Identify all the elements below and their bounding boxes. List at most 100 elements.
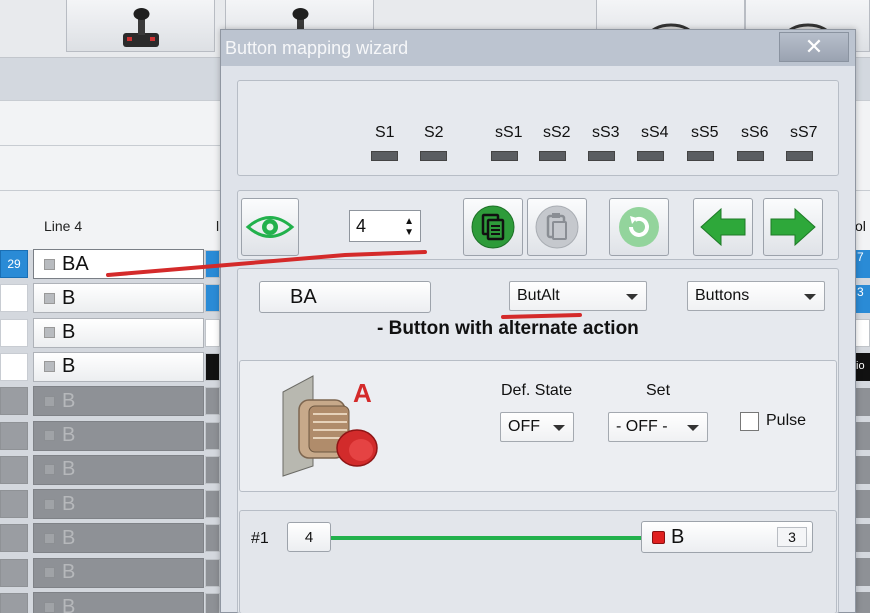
switch-label: sS2 <box>543 124 571 141</box>
arrow-right-icon <box>770 207 816 247</box>
button-cell: B <box>33 523 204 554</box>
switch-label: sS7 <box>790 124 818 141</box>
row-trail-cell <box>205 455 220 484</box>
button-cell: B <box>33 420 204 451</box>
row-index-cell[interactable] <box>0 318 28 347</box>
joystick-icon <box>122 8 159 47</box>
close-button[interactable]: ✕ <box>779 32 849 62</box>
switch-label: sS3 <box>592 124 620 141</box>
status-led-icon <box>44 395 55 407</box>
button-cell[interactable]: B <box>33 283 204 314</box>
row-trail-cell <box>205 558 220 587</box>
grid-row: B <box>0 591 220 613</box>
grid-row: B <box>0 454 220 486</box>
grid-row: B <box>0 385 220 417</box>
row-index-cell[interactable]: 29 <box>0 250 28 278</box>
switch-indicator <box>637 151 664 161</box>
switch-label: sS5 <box>691 124 719 141</box>
joystick-toolbar-button[interactable] <box>66 0 215 52</box>
column-header-partial: l <box>216 218 220 234</box>
row-trail-cell <box>205 352 220 381</box>
button-cell: B <box>33 489 204 520</box>
previous-button[interactable] <box>693 198 753 256</box>
chevron-down-icon <box>553 425 565 431</box>
grid-row: B <box>0 351 220 383</box>
row-trail-cell <box>205 490 220 519</box>
row-index-cell <box>0 524 28 553</box>
status-led-icon <box>652 530 665 544</box>
button-cell-label: B <box>62 458 76 481</box>
status-led-icon <box>44 532 55 544</box>
switch-indicator <box>371 151 398 161</box>
category-select[interactable]: Buttons <box>687 281 825 311</box>
row-index-cell <box>0 593 28 613</box>
chevron-down-icon <box>804 294 816 300</box>
stepper-down-icon[interactable]: ▼ <box>404 228 414 238</box>
pulse-checkbox[interactable] <box>740 412 759 431</box>
grid-row: B <box>0 282 220 314</box>
type-select[interactable]: ButAlt <box>509 281 647 311</box>
button-cell[interactable]: B <box>33 351 204 382</box>
switch-label: sS1 <box>495 124 523 141</box>
switch-indicator <box>737 151 764 161</box>
grid-row: B <box>0 317 220 349</box>
mapping-target-value: 3 <box>777 527 807 547</box>
button-name-field[interactable]: BA <box>259 281 431 313</box>
dialog-titlebar[interactable]: Button mapping wizard <box>221 30 855 66</box>
row-trail-cell <box>205 387 220 416</box>
chevron-down-icon <box>687 425 699 431</box>
button-cell[interactable]: B <box>33 317 204 348</box>
grid-row: B <box>0 557 220 589</box>
button-cell-label: B <box>62 321 76 344</box>
grid-row: B <box>0 420 220 452</box>
grid-row: B <box>0 488 220 520</box>
switch-indicator <box>588 151 615 161</box>
button-cell-label: B <box>62 561 76 584</box>
set-label: Set <box>646 382 671 399</box>
switch-indicator <box>539 151 566 161</box>
reset-button[interactable] <box>609 198 669 256</box>
right-column-header: ol <box>855 218 866 234</box>
stepper-up-icon[interactable]: ▲ <box>404 217 414 227</box>
arrow-left-icon <box>700 207 746 247</box>
close-icon: ✕ <box>804 34 824 59</box>
mapping-source-value: 4 <box>304 528 314 546</box>
mapping-index: #1 <box>251 530 269 547</box>
next-button[interactable] <box>763 198 823 256</box>
button-cell: B <box>33 557 204 588</box>
switch-label: S1 <box>375 124 395 141</box>
paste-icon <box>535 205 579 249</box>
status-led-icon <box>44 601 55 613</box>
row-index-cell <box>0 387 28 416</box>
status-led-icon <box>44 361 55 373</box>
row-trail-cell <box>205 284 220 313</box>
button-mapping-dialog: Button mapping wizard ✕ S1 S2 sS1 sS2 sS3 sS4… <box>220 29 856 613</box>
column-header-line4: Line 4 <box>44 218 83 234</box>
row-index-cell[interactable] <box>0 352 28 381</box>
row-trail-cell <box>205 250 220 278</box>
button-cell: B <box>33 454 204 485</box>
copy-button[interactable] <box>463 198 523 256</box>
image-letter: A <box>353 378 372 408</box>
def-state-select[interactable]: OFF <box>500 412 574 442</box>
number-stepper[interactable]: 4 ▲ ▼ <box>349 210 421 242</box>
button-cell[interactable]: BA <box>33 249 204 279</box>
grid-row: 29 BA <box>0 248 220 280</box>
number-stepper-value: 4 <box>356 216 367 236</box>
view-button[interactable] <box>241 198 299 256</box>
mapping-connector <box>331 536 645 540</box>
pulse-label: Pulse <box>766 412 807 429</box>
row-index-cell[interactable] <box>0 284 28 313</box>
paste-button[interactable] <box>527 198 587 256</box>
switch-indicator <box>491 151 518 161</box>
eye-icon <box>245 216 295 238</box>
mapping-source[interactable]: 4 <box>287 522 331 552</box>
mapping-target[interactable]: B 3 <box>641 521 813 553</box>
switch-label: S2 <box>424 124 444 141</box>
set-select[interactable]: - OFF - <box>608 412 708 442</box>
row-index-cell <box>0 490 28 519</box>
def-state-label: Def. State <box>501 382 573 399</box>
button-cell-label: B <box>62 286 76 309</box>
mode-description: - Button with alternate action <box>377 318 639 339</box>
status-led-icon <box>44 567 55 579</box>
